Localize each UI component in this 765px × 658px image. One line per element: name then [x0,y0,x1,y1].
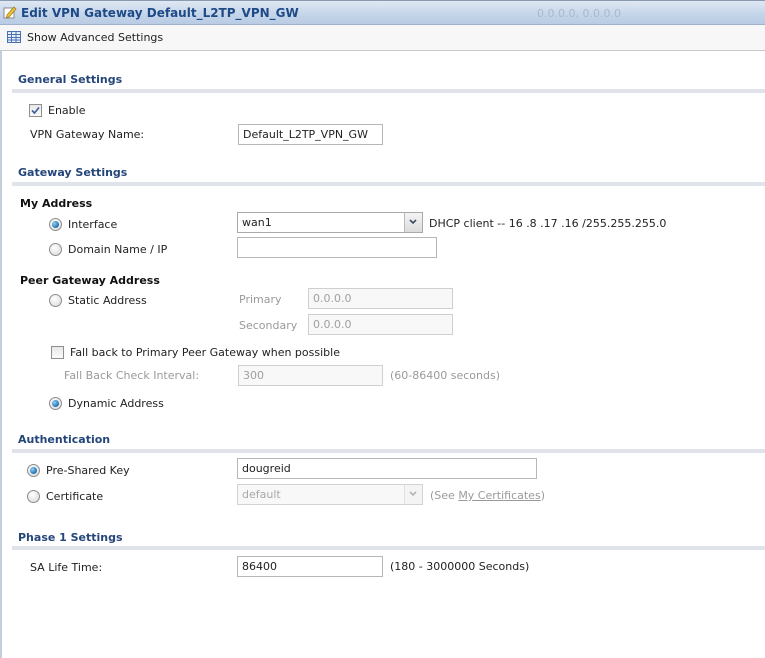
fallback-interval-hint: (60-86400 seconds) [390,369,500,382]
certificate-dropdown-button[interactable] [404,485,422,504]
section-title-gateway: Gateway Settings [18,166,128,179]
domain-name-ip-label: Domain Name / IP [68,243,168,256]
pre-shared-key-label: Pre-Shared Key [46,464,130,477]
section-title-authentication: Authentication [18,433,111,446]
certificate-hint: (See My Certificates) [430,489,545,502]
chevron-down-icon [409,491,417,497]
certificate-hint-suffix: ) [540,489,545,502]
dialog-title: Edit VPN Gateway Default_L2TP_VPN_GW [21,6,299,20]
fallback-interval-input[interactable]: 300 [238,365,383,386]
my-address-heading: My Address [20,197,93,210]
sa-life-time-label: SA Life Time: [30,561,103,574]
secondary-address-input[interactable]: 0.0.0.0 [308,314,453,335]
section-divider [12,182,765,186]
chevron-down-icon [409,219,417,225]
certificate-select-value: default [242,488,281,501]
enable-checkbox[interactable] [29,104,42,117]
vpn-gateway-name-label: VPN Gateway Name: [30,128,145,141]
fallback-interval-label: Fall Back Check Interval: [64,369,200,382]
dialog-left-border [0,51,2,658]
certificate-select[interactable]: default [237,484,423,505]
certificate-radio[interactable] [27,490,40,503]
domain-name-ip-radio[interactable] [49,243,62,256]
show-advanced-settings-label: Show Advanced Settings [27,31,164,44]
section-divider [12,89,765,93]
certificate-hint-prefix: (See [430,489,459,502]
pre-shared-key-input[interactable]: dougreid [237,458,537,479]
table-settings-icon [7,31,21,43]
my-certificates-link[interactable]: My Certificates [458,489,540,502]
section-divider [12,546,765,550]
primary-label: Primary [239,293,282,306]
toolbar: Show Advanced Settings [0,25,765,51]
peer-gateway-address-heading: Peer Gateway Address [20,274,160,287]
primary-address-input[interactable]: 0.0.0.0 [308,288,453,309]
edit-pencil-icon [3,6,17,19]
section-title-phase1: Phase 1 Settings [18,531,123,544]
section-title-general: General Settings [18,73,123,86]
vpn-gateway-name-input[interactable]: Default_L2TP_VPN_GW [238,124,383,145]
interface-radio[interactable] [49,218,62,231]
interface-select-value: wan1 [242,216,272,229]
interface-select[interactable]: wan1 [237,212,423,233]
static-address-label: Static Address [68,294,147,307]
fallback-label: Fall back to Primary Peer Gateway when p… [70,346,340,359]
enable-label: Enable [48,104,86,117]
fallback-checkbox[interactable] [51,346,64,359]
checkmark-icon [31,106,40,115]
certificate-label: Certificate [46,490,104,503]
secondary-label: Secondary [239,319,298,332]
pre-shared-key-radio[interactable] [27,464,40,477]
interface-dhcp-info: DHCP client -- 16 .8 .17 .16 /255.255.25… [429,217,667,230]
static-address-radio[interactable] [49,294,62,307]
title-ghost-text: 0.0.0.0, 0.0.0.0 [537,7,621,20]
sa-life-time-input[interactable]: 86400 [237,556,383,577]
dynamic-address-label: Dynamic Address [68,397,164,410]
interface-label: Interface [68,218,118,231]
dialog-title-bar: Edit VPN Gateway Default_L2TP_VPN_GW 0.0… [0,0,765,25]
interface-dropdown-button[interactable] [404,213,422,232]
sa-life-time-hint: (180 - 3000000 Seconds) [390,560,530,573]
domain-name-ip-input[interactable] [237,237,437,258]
dynamic-address-radio[interactable] [49,397,62,410]
section-divider [12,449,765,453]
